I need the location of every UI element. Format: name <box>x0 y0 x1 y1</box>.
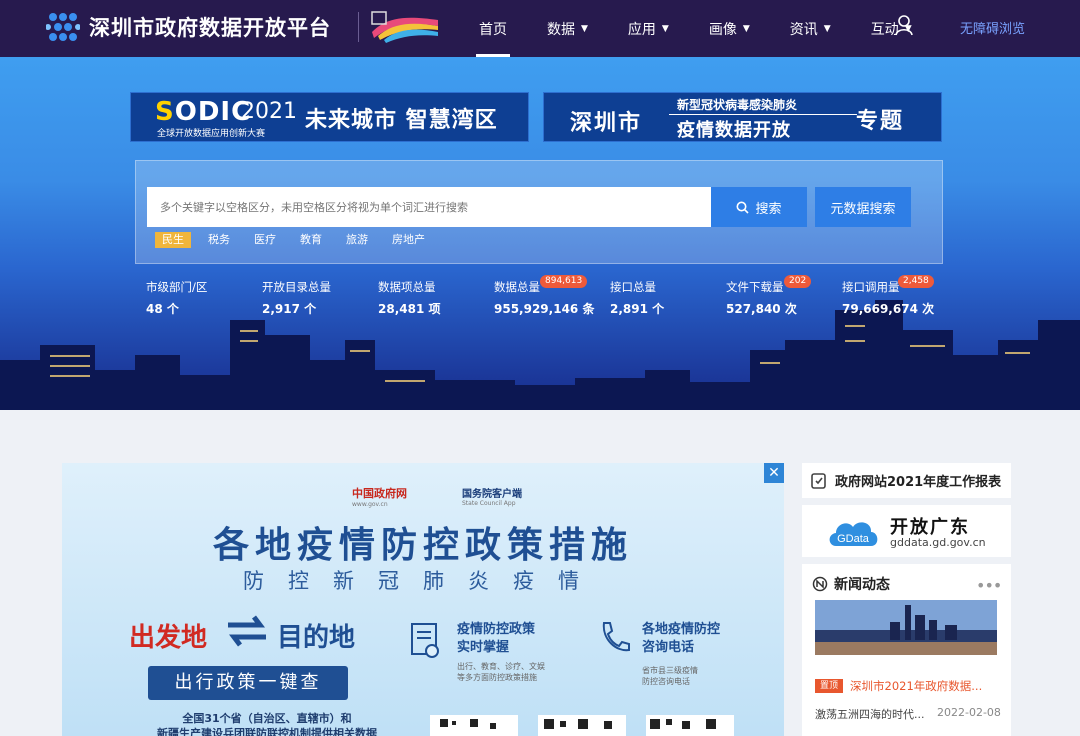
metadata-search-button[interactable]: 元数据搜索 <box>815 187 911 227</box>
caret-down-icon: ▼ <box>581 23 588 34</box>
site-title[interactable]: 深圳市政府数据开放平台 <box>89 12 331 42</box>
ad-feature-hotline: 各地疫情防控 咨询电话 <box>642 622 721 655</box>
sodic-slogan: 未来城市 智慧湾区 <box>305 108 498 133</box>
tag-realestate[interactable]: 房地产 <box>385 232 432 248</box>
stat-data-items[interactable]: 数据项总量 28,481 项 <box>378 279 441 317</box>
gov-cn-logo: 中国政府网 www.gov.cn <box>352 487 407 508</box>
stat-badge: 2,458 <box>898 275 934 288</box>
document-search-icon <box>411 623 439 658</box>
caret-down-icon: ▼ <box>661 23 669 34</box>
policy-advertisement[interactable]: 中国政府网 www.gov.cn 国务院客户端 State Council App … <box>62 463 784 736</box>
hot-tags: 民生 税务 医疗 教育 旅游 房地产 <box>155 232 442 248</box>
covid-banner-divider <box>669 114 857 115</box>
user-icon[interactable] <box>894 14 914 36</box>
tag-education[interactable]: 教育 <box>293 232 329 248</box>
search-panel: 搜索 元数据搜索 民生 税务 医疗 教育 旅游 房地产 <box>135 160 943 264</box>
sodic-logo-text: SODIC <box>155 97 252 127</box>
qr-code-image <box>646 715 734 736</box>
stat-data-total[interactable]: 数据总量 955,929,146 条 894,613 <box>494 275 594 317</box>
stat-badge: 202 <box>784 275 812 288</box>
svg-text:GData: GData <box>837 533 870 545</box>
ad-subtitle: 防控新冠肺炎疫情 <box>243 569 603 593</box>
news-item-link[interactable]: 激荡五洲四海的时代... <box>815 706 925 722</box>
sodic-banner[interactable]: SODIC 2021 全球开放数据应用创新大赛 未来城市 智慧湾区 <box>130 92 529 142</box>
gdata-cloud-logo: GData <box>829 522 878 546</box>
report-icon <box>811 472 826 489</box>
tag-minsheng[interactable]: 民生 <box>155 232 191 248</box>
ad-title: 各地疫情防控政策措施 <box>212 525 633 566</box>
menu-item-portrait[interactable]: 画像 ▼ <box>698 0 761 57</box>
menu-item-apps[interactable]: 应用 ▼ <box>617 0 680 57</box>
covid-data-banner[interactable]: 深圳市 新型冠状病毒感染肺炎 疫情数据开放 专题 <box>543 92 942 142</box>
annual-report-link[interactable]: 政府网站2021年度工作报表 <box>802 463 1011 498</box>
top-navbar: 深圳市政府数据开放平台 首页 数据 ▼ 应用 ▼ 画像 ▼ 资讯 ▼ 互动 ▼ 无障碍浏览 <box>0 0 1080 57</box>
stat-api-calls[interactable]: 接口调用量 79,669,674 次 2,458 <box>842 275 934 317</box>
sodic-year: 2021 <box>241 99 297 124</box>
search-icon <box>736 201 750 214</box>
stat-apis[interactable]: 接口总量 2,891 个 <box>610 279 664 317</box>
ad-policy-lookup-button[interactable]: 出行政策一键查 <box>148 666 348 700</box>
news-title: 新闻动态 <box>812 574 890 594</box>
shenzhen-city-logo <box>371 11 438 43</box>
menu-item-data[interactable]: 数据 ▼ <box>536 0 599 57</box>
gdata-guangdong-link[interactable]: GData 开放广东 gddata.gd.gov.cn <box>802 505 1011 557</box>
accessibility-link[interactable]: 无障碍浏览 <box>960 18 1025 37</box>
ad-destination-label: 目的地 <box>277 623 356 653</box>
pinned-badge: 置顶 <box>815 679 844 693</box>
tag-tourism[interactable]: 旅游 <box>339 232 375 248</box>
main-menu: 首页 数据 ▼ 应用 ▼ 画像 ▼ 资讯 ▼ 互动 ▼ <box>468 0 941 57</box>
caret-down-icon: ▼ <box>823 23 831 34</box>
news-item-date: 2022-02-08 <box>937 706 1001 719</box>
gdata-url: gddata.gd.gov.cn <box>890 536 986 549</box>
ad-footer-text: 全国31个省（自治区、直辖市）和 新疆生产建设兵团联防联控机制提供相关数据 <box>157 712 377 736</box>
ad-feature-policy: 疫情防控政策 实时掌握 <box>457 622 536 655</box>
swap-arrows-icon <box>228 615 266 647</box>
news-thumbnail-image[interactable] <box>815 600 997 655</box>
stats-bar: 市级部门/区 48 个 开放目录总量 2,917 个 数据项总量 28,481 … <box>146 275 936 319</box>
news-panel: 新闻动态 ••• 置顶 深圳市2021年政府数据... 激荡五洲四海的时代...… <box>802 564 1011 736</box>
logo-divider <box>358 12 359 42</box>
qr-code-image <box>538 715 626 736</box>
ad-feature-hotline-desc: 省市县三级疫情 防控咨询电话 <box>642 666 698 686</box>
news-headline-link[interactable]: 深圳市2021年政府数据... <box>850 678 982 694</box>
state-council-app-logo: 国务院客户端 State Council App <box>462 489 522 507</box>
search-button[interactable]: 搜索 <box>711 187 807 227</box>
stat-badge: 894,613 <box>540 275 588 288</box>
news-icon <box>812 576 828 592</box>
ad-feature-policy-desc: 出行、教育、诊疗、文娱 等多方面防控政策措施 <box>457 662 545 682</box>
covid-banner-city: 深圳市 <box>570 111 643 136</box>
stat-downloads[interactable]: 文件下载量 527,840 次 202 <box>726 275 812 317</box>
hero-banner: SODIC 2021 全球开放数据应用创新大赛 未来城市 智慧湾区 深圳市 新型… <box>0 57 1080 410</box>
menu-item-home[interactable]: 首页 <box>468 0 518 57</box>
sodic-subtitle: 全球开放数据应用创新大赛 <box>157 129 266 139</box>
covid-banner-line2: 疫情数据开放 <box>677 120 791 141</box>
phone-icon <box>602 622 630 652</box>
ad-origin-label: 出发地 <box>129 623 208 653</box>
more-icon[interactable]: ••• <box>976 576 1002 595</box>
covid-banner-topic: 专题 <box>856 109 905 134</box>
menu-item-news[interactable]: 资讯 ▼ <box>779 0 842 57</box>
stat-catalogs[interactable]: 开放目录总量 2,917 个 <box>262 279 331 317</box>
search-input[interactable] <box>147 187 711 227</box>
tag-medical[interactable]: 医疗 <box>247 232 283 248</box>
qr-code-image <box>430 715 518 736</box>
caret-down-icon: ▼ <box>742 23 750 34</box>
covid-banner-line1: 新型冠状病毒感染肺炎 <box>677 98 798 112</box>
site-logo-icon[interactable] <box>46 10 80 44</box>
stat-departments[interactable]: 市级部门/区 48 个 <box>146 279 207 317</box>
tag-tax[interactable]: 税务 <box>201 232 237 248</box>
close-ad-button[interactable]: ✕ <box>764 463 784 483</box>
